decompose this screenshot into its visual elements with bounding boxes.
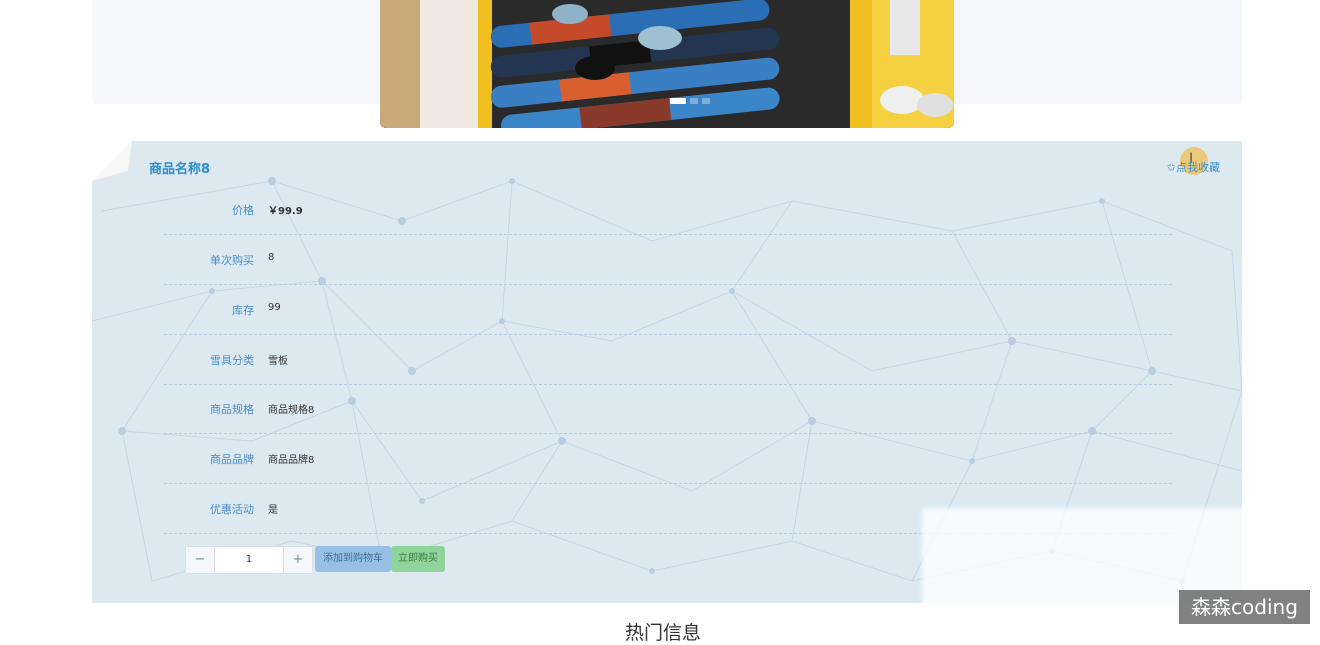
field-value: 商品品牌8 — [268, 455, 315, 466]
increase-quantity-button[interactable]: + — [283, 547, 312, 573]
carousel-dot[interactable] — [702, 98, 710, 104]
field-label: 单次购买 — [210, 254, 254, 267]
quantity-stepper[interactable]: − + — [185, 546, 313, 574]
field-row-stock: 库存 99 — [164, 284, 1172, 335]
field-label: 库存 — [232, 304, 254, 317]
favorite-link[interactable]: ✩点我收藏 — [1167, 159, 1220, 175]
carousel-dot-active[interactable] — [670, 98, 686, 104]
carousel-dot[interactable] — [690, 98, 698, 104]
field-label: 商品规格 — [210, 403, 254, 416]
field-row-brand: 商品品牌 商品品牌8 — [164, 433, 1172, 484]
snowboard-rack-photo — [380, 0, 954, 128]
product-image-carousel[interactable] — [380, 0, 954, 128]
field-value: 是 — [268, 505, 278, 516]
field-value: 8 — [268, 252, 275, 263]
field-row-category: 雪具分类 雪板 — [164, 334, 1172, 385]
field-label: 商品品牌 — [210, 453, 254, 466]
field-value: 99 — [268, 302, 281, 313]
decrease-quantity-button[interactable]: − — [186, 547, 215, 573]
watermark: 森森coding — [1179, 590, 1310, 624]
quantity-input[interactable] — [215, 547, 283, 571]
field-value: 雪板 — [268, 356, 288, 367]
field-row-price: 价格 ￥99.9 — [164, 184, 1172, 235]
field-row-single-purchase: 单次购买 8 — [164, 234, 1172, 285]
field-row-spec: 商品规格 商品规格8 — [164, 383, 1172, 434]
field-value: ￥99.9 — [268, 206, 303, 217]
field-label: 优惠活动 — [210, 503, 254, 516]
hot-info-section-title: 热门信息 — [625, 622, 702, 644]
field-label: 雪具分类 — [210, 354, 254, 367]
field-value: 商品规格8 — [268, 405, 315, 416]
buy-now-button[interactable]: 立即购买 — [391, 546, 445, 572]
field-label: 价格 — [232, 204, 254, 217]
carousel-indicators[interactable] — [670, 98, 710, 104]
add-to-cart-button[interactable]: 添加到购物车 — [315, 546, 391, 572]
product-title: 商品名称8 — [149, 162, 211, 177]
page-curl-corner — [92, 141, 132, 181]
